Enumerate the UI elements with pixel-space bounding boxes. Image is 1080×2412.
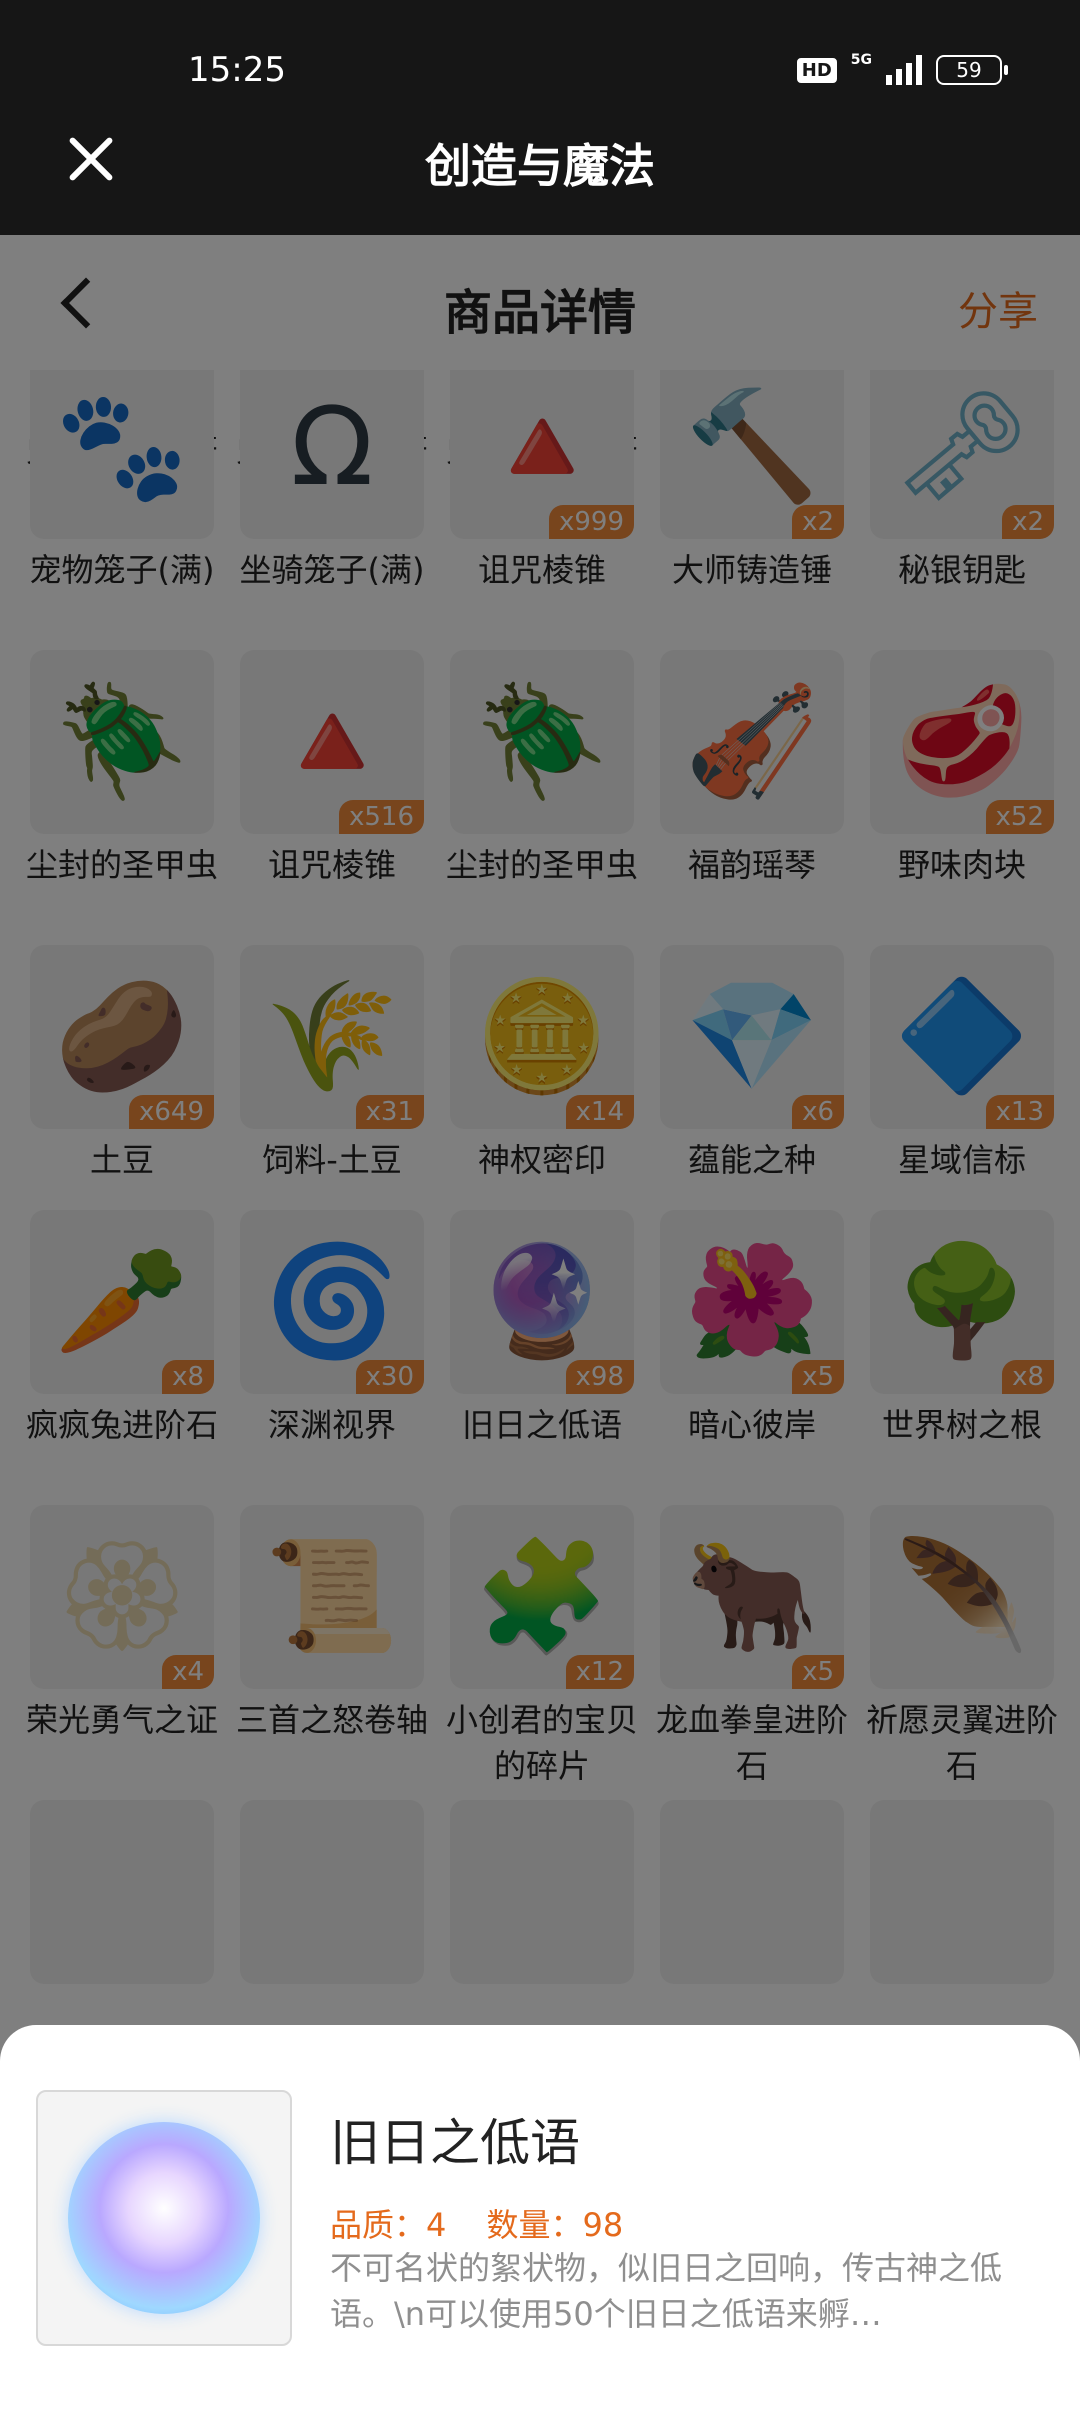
- item-quality: 品质：4: [330, 2206, 447, 2244]
- app-title: 创造与魔法: [425, 139, 655, 193]
- status-icons: HD 5G 59: [796, 52, 1008, 85]
- item-detail-sheet: 旧日之低语 品质：4 数量：98 不可名状的絮状物，似旧日之回响，传古神之低语。…: [0, 2025, 1080, 2412]
- item-name: 旧日之低语: [330, 2114, 580, 2172]
- hd-icon: HD: [796, 57, 837, 83]
- signal-icon: [886, 55, 922, 85]
- item-meta: 品质：4 数量：98: [330, 2200, 653, 2246]
- item-quantity: 数量：98: [486, 2206, 624, 2244]
- item-description: 不可名状的絮状物，似旧日之回响，传古神之低语。\n可以使用50个旧日之低语来孵…: [330, 2249, 1003, 2333]
- whisper-orb-icon: [68, 2122, 260, 2314]
- app-bar: 创造与魔法: [0, 90, 1080, 235]
- network-type: 5G: [850, 52, 872, 68]
- battery-icon: 59: [936, 55, 1008, 85]
- item-thumbnail: [36, 2090, 292, 2346]
- status-time: 15:25: [188, 50, 286, 90]
